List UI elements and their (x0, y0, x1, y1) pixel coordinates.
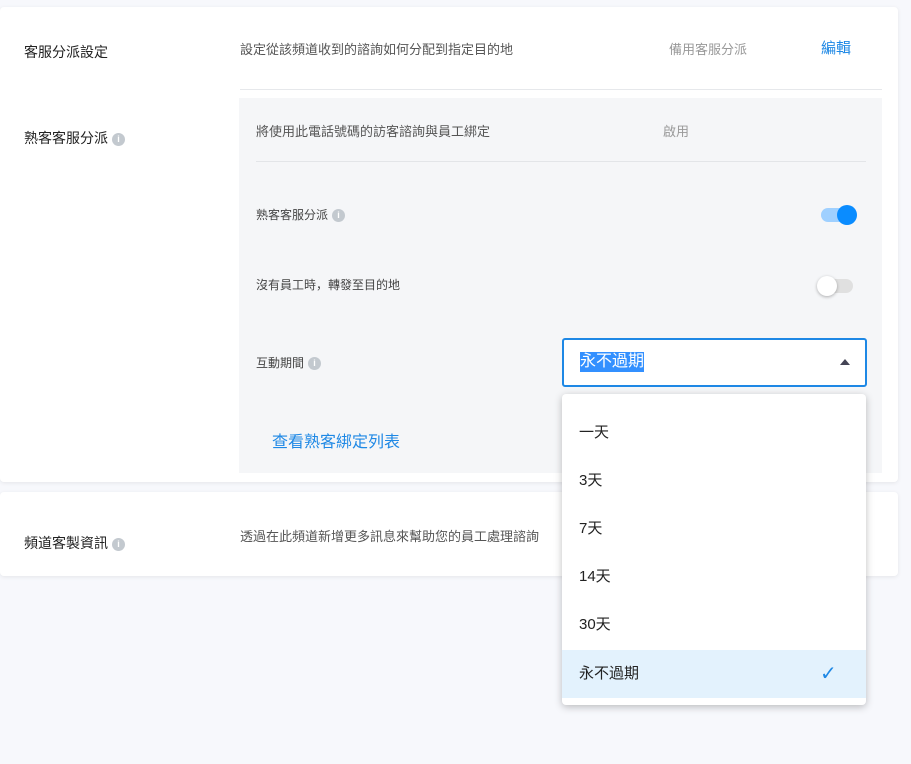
toggle1-label: 熟客客服分派 i (256, 206, 346, 223)
option-1-day[interactable]: 一天 (562, 409, 866, 457)
divider (256, 161, 866, 162)
info-icon[interactable]: i (332, 209, 346, 223)
routing-value: 備用客服分派 (669, 42, 748, 57)
toggle2-label: 沒有員工時，轉發至目的地 (256, 278, 401, 292)
sticky-desc: 將使用此電話號碼的訪客諮詢與員工綁定 (256, 124, 491, 139)
toggle-knob (837, 205, 857, 225)
binding-list-link[interactable]: 查看熟客綁定列表 (272, 428, 400, 452)
toggle1-label-text: 熟客客服分派 (256, 208, 329, 222)
info-icon[interactable]: i (308, 357, 322, 371)
period-label: 互動期間 i (256, 354, 322, 371)
option-30-days[interactable]: 30天 (562, 601, 866, 649)
option-label: 永不過期 (579, 665, 640, 682)
sticky-label-text: 熟客客服分派 (24, 130, 108, 146)
sticky-status: 啟用 (663, 124, 690, 139)
period-select[interactable]: 永不過期 (562, 338, 867, 387)
divider (240, 89, 882, 90)
info-icon[interactable]: i (112, 537, 125, 551)
routing-label: 客服分派設定 (24, 44, 108, 60)
edit-button[interactable]: 編輯 (821, 37, 851, 58)
option-7-days[interactable]: 7天 (562, 505, 866, 553)
option-14-days[interactable]: 14天 (562, 553, 866, 601)
period-dropdown: 一天 3天 7天 14天 30天 永不過期 ✓ (562, 394, 866, 705)
forward-toggle[interactable] (817, 276, 853, 296)
routing-desc: 設定從該頻道收到的諮詢如何分配到指定目的地 (240, 42, 514, 57)
option-never-expire[interactable]: 永不過期 ✓ (562, 650, 866, 698)
period-value: 永不過期 (580, 352, 645, 372)
sticky-toggle[interactable] (821, 205, 857, 225)
custom-desc: 透過在此頻道新增更多訊息來幫助您的員工處理諮詢 (240, 529, 540, 544)
sticky-label: 熟客客服分派 i (24, 128, 125, 148)
toggle-knob (817, 276, 837, 296)
custom-label-text: 頻道客製資訊 (24, 535, 108, 551)
custom-label: 頻道客製資訊 i (24, 533, 125, 553)
check-icon: ✓ (820, 663, 837, 685)
option-3-days[interactable]: 3天 (562, 457, 866, 505)
period-label-text: 互動期間 (256, 356, 305, 370)
caret-up-icon (840, 359, 850, 365)
info-icon[interactable]: i (112, 132, 125, 146)
